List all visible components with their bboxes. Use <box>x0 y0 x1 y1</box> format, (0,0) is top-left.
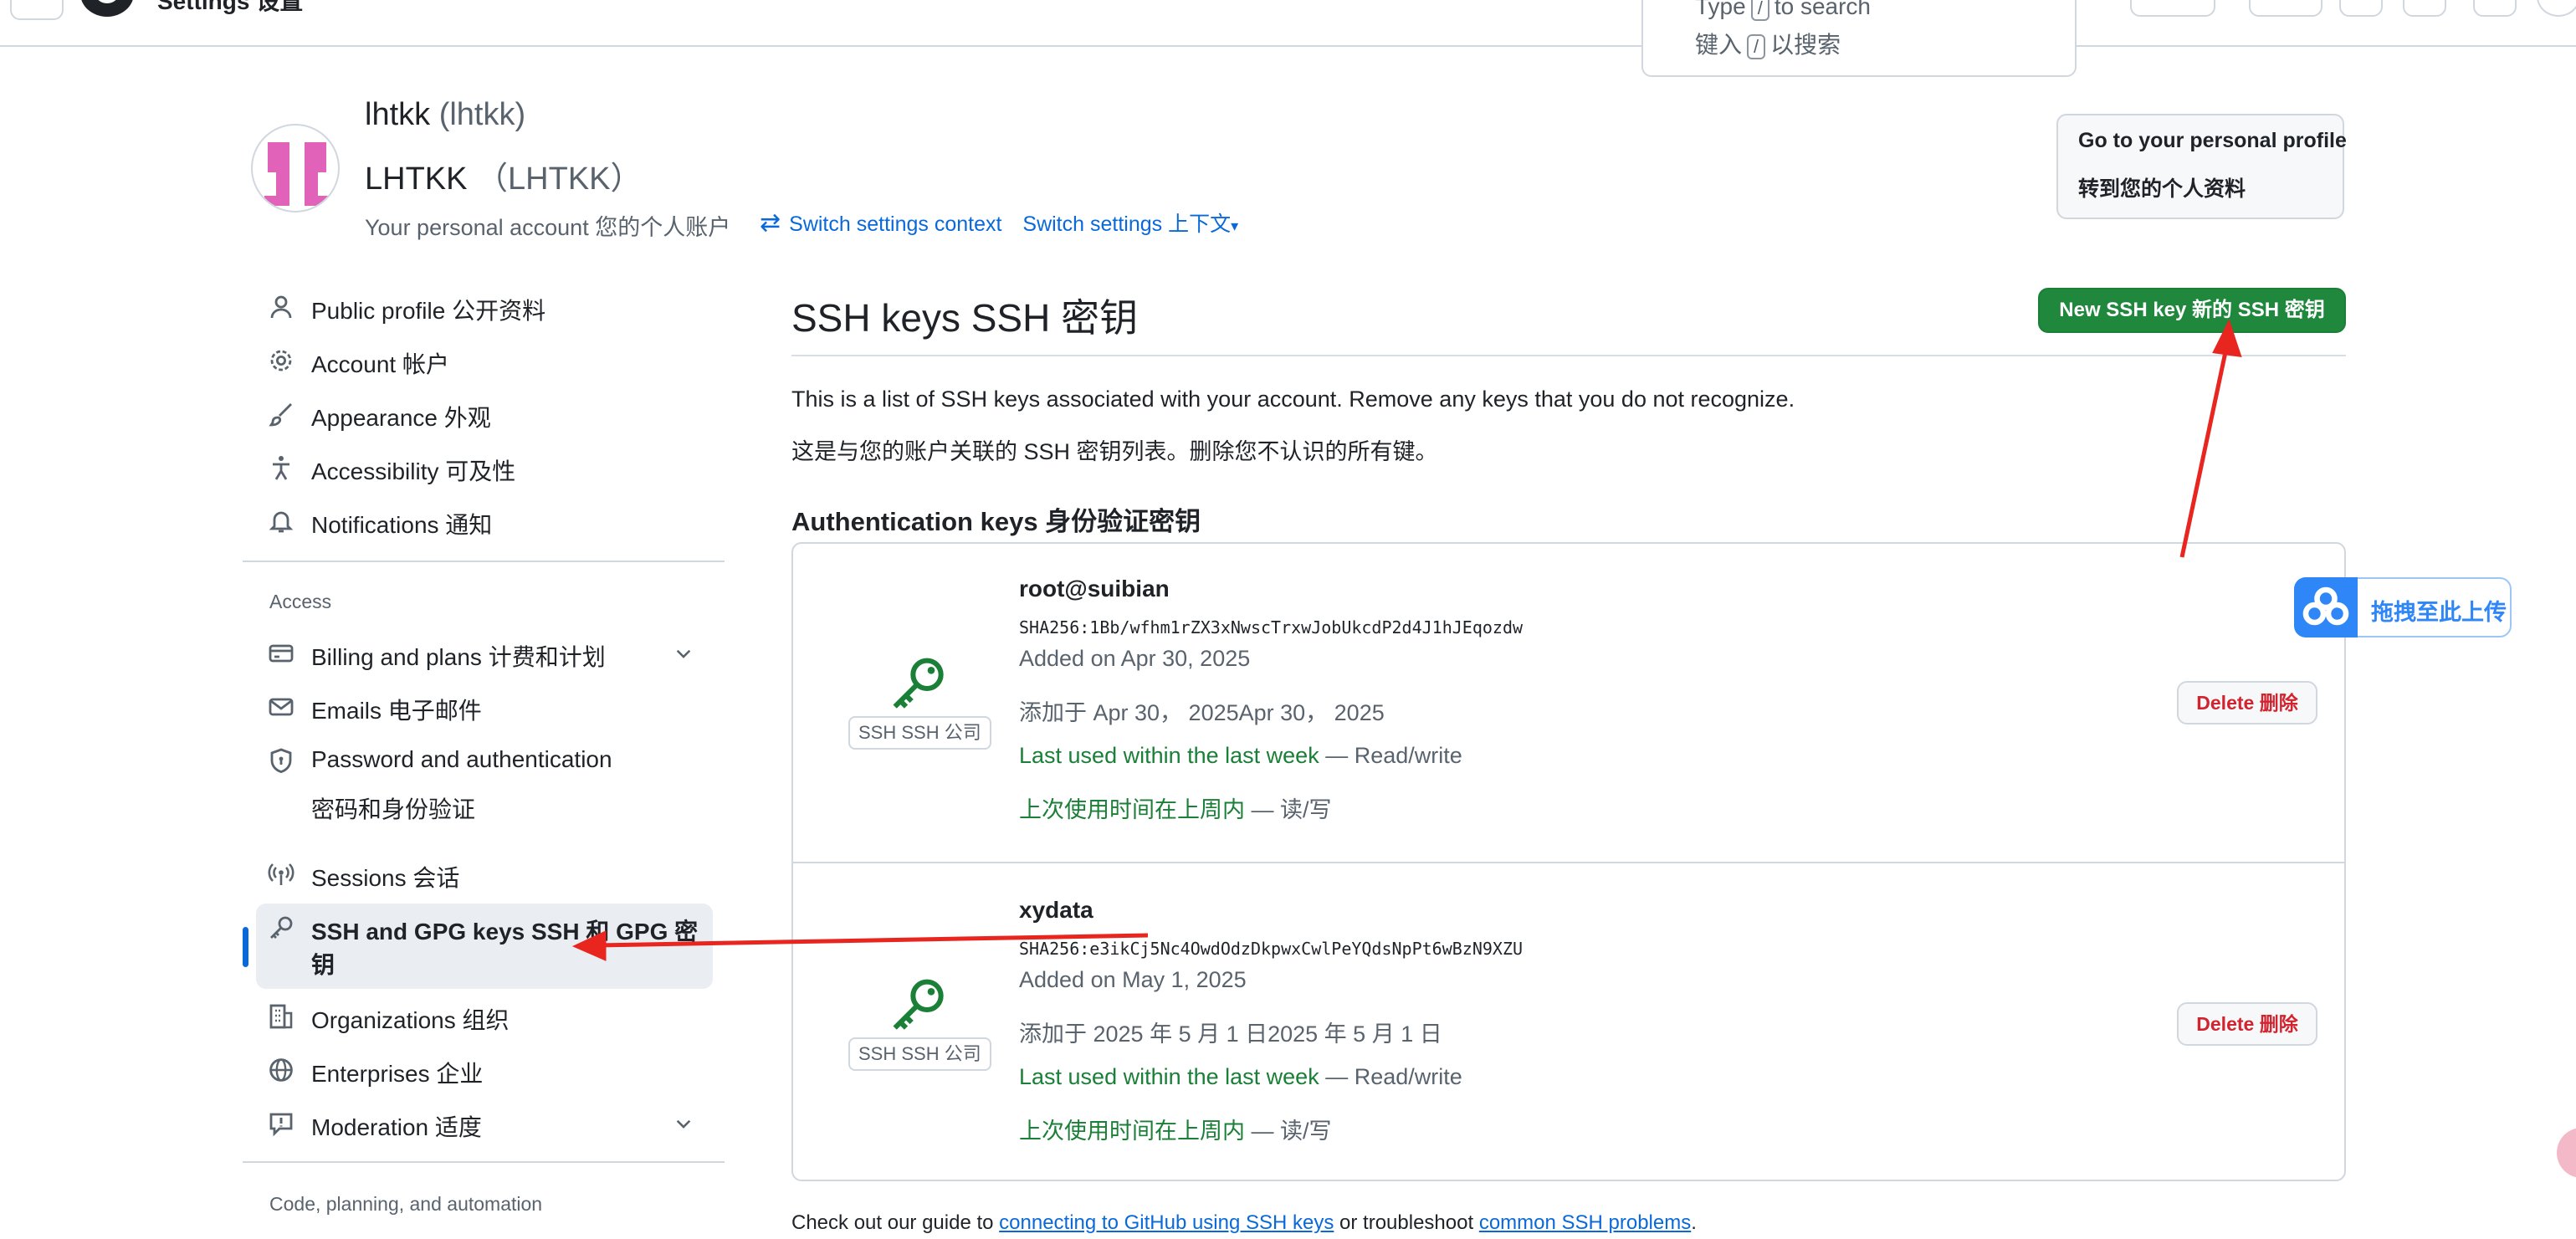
account-name-cn: LHTKK （LHTKK） <box>365 161 643 197</box>
list-item: SSH SSH 公司 root@suibian SHA256:1Bb/wfhm1… <box>793 544 2344 862</box>
page-description-cn: 这是与您的账户关联的 SSH 密钥列表。删除您不认识的所有键。 <box>791 439 1438 464</box>
avatar <box>251 124 340 212</box>
sidebar-divider <box>243 1161 725 1163</box>
key-icon <box>893 979 944 1030</box>
github-logo-icon[interactable] <box>80 0 134 17</box>
sidebar-item-password-authentication[interactable]: Password and authentication 密码和身份验证 <box>256 736 713 828</box>
globe-icon <box>269 1058 293 1082</box>
authentication-keys-heading: Authentication keys 身份验证密钥 <box>791 507 1201 536</box>
organization-icon <box>269 1004 293 1029</box>
key-fingerprint: SHA256:e3ikCj5Nc4OwdOdzDkpwxCwlPeYQdsNpP… <box>1019 939 1524 959</box>
sidebar-item-sessions[interactable]: Sessions 会话 <box>256 850 713 899</box>
user-avatar-button[interactable] <box>2537 0 2576 17</box>
key-title: root@suibian <box>1019 576 1170 602</box>
search-placeholder: Type / to search <box>1695 0 1871 21</box>
new-ssh-key-button[interactable]: New SSH key 新的 SSH 密钥 <box>2038 288 2346 333</box>
ssh-guide-link[interactable]: connecting to GitHub using SSH keys <box>999 1211 1334 1234</box>
ssh-badge: SSH SSH 公司 <box>848 716 991 750</box>
chevron-down-icon[interactable] <box>673 643 694 664</box>
broadcast-icon <box>268 863 294 885</box>
page-context-title: Settings 设置 <box>157 0 304 14</box>
key-last-used: Last used within the last week — Read/wr… <box>1019 1064 1462 1089</box>
ssh-badge: SSH SSH 公司 <box>848 1037 991 1071</box>
key-last-used: Last used within the last week — Read/wr… <box>1019 743 1462 768</box>
account-name: lhtkk (lhtkk) <box>365 97 526 132</box>
chevron-down-icon[interactable] <box>673 1113 694 1134</box>
key-fingerprint: SHA256:1Bb/wfhm1rZX3xNwscTrxwJobUkcdP2d4… <box>1019 617 1524 637</box>
sidebar-heading-access: Access <box>269 591 332 612</box>
mail-icon <box>269 698 294 716</box>
top-bar: Settings 设置 Type / to search 键入 / 以搜索 <box>0 0 2576 77</box>
hamburger-menu-button[interactable] <box>10 0 64 20</box>
key-title: xydata <box>1019 897 1093 923</box>
sidebar-item-moderation[interactable]: Moderation 适度 <box>256 1099 713 1148</box>
caret-down-icon: ▾ <box>1231 218 1239 234</box>
sidebar-item-enterprises[interactable]: Enterprises 企业 <box>256 1046 713 1094</box>
page-title: SSH keys SSH 密钥 <box>791 296 1139 340</box>
report-icon <box>269 1113 293 1137</box>
person-icon <box>270 295 292 319</box>
pull-requests-button[interactable] <box>2403 0 2446 17</box>
key-added-date: Added on May 1, 2025 <box>1019 967 1247 992</box>
sidebar-divider <box>243 561 725 562</box>
copilot-button[interactable] <box>2130 0 2215 17</box>
list-item: SSH SSH 公司 xydata SHA256:e3ikCj5Nc4OwdOd… <box>793 862 2344 1180</box>
delete-key-button[interactable]: Delete 删除 <box>2177 681 2317 724</box>
key-last-used-cn: 上次使用时间在上周内 — 读/写 <box>1019 1119 1332 1144</box>
go-to-profile-button[interactable]: Go to your personal profile 转到您的个人资料 <box>2056 114 2347 219</box>
arrow-switch-icon: ⇄ <box>760 209 781 237</box>
ssh-troubleshoot-link[interactable]: common SSH problems <box>1479 1211 1691 1234</box>
accessibility-icon <box>273 456 289 480</box>
shield-lock-icon <box>270 748 292 774</box>
title-divider <box>791 355 2346 356</box>
sidebar-item-billing[interactable]: Billing and plans 计费和计划 <box>256 629 713 678</box>
sidebar-active-indicator <box>243 927 248 967</box>
sidebar-item-organizations[interactable]: Organizations 组织 <box>256 992 713 1041</box>
sidebar-item-appearance[interactable]: Appearance 外观 <box>256 390 713 438</box>
inbox-button[interactable] <box>2473 0 2517 17</box>
key-icon <box>270 916 293 939</box>
credit-card-icon <box>269 644 294 663</box>
search-placeholder-cn: 键入 / 以搜索 <box>1695 32 1841 59</box>
account-type-label: Your personal account 您的个人账户 <box>365 215 731 240</box>
page-description: This is a list of SSH keys associated wi… <box>791 387 1795 412</box>
key-added-date-cn: 添加于 2025 年 5 月 1 日2025 年 5 月 1 日 <box>1019 1021 1442 1047</box>
key-icon <box>893 658 944 709</box>
sidebar-heading-code-planning: Code, planning, and automation <box>269 1193 543 1215</box>
key-last-used-cn: 上次使用时间在上周内 — 读/写 <box>1019 797 1332 822</box>
create-new-button[interactable] <box>2249 0 2322 17</box>
issues-button[interactable] <box>2339 0 2383 17</box>
bell-icon <box>269 511 294 533</box>
gear-icon <box>270 350 292 371</box>
ssh-keys-list: SSH SSH 公司 root@suibian SHA256:1Bb/wfhm1… <box>791 542 2346 1181</box>
delete-key-button[interactable]: Delete 删除 <box>2177 1002 2317 1046</box>
search-input[interactable]: Type / to search 键入 / 以搜索 <box>1641 0 2077 77</box>
paintbrush-icon <box>269 403 292 427</box>
sidebar-item-emails[interactable]: Emails 电子邮件 <box>256 683 713 731</box>
key-added-date: Added on Apr 30, 2025 <box>1019 646 1251 671</box>
sidebar-item-notifications[interactable]: Notifications 通知 <box>256 497 713 545</box>
sidebar-item-account[interactable]: Account 帐户 <box>256 336 713 385</box>
annotation-arrow-new-key <box>2179 335 2231 558</box>
sidebar-item-ssh-gpg-keys[interactable]: SSH and GPG keys SSH 和 GPG 密 钥 <box>256 904 713 989</box>
switch-context-link[interactable]: ⇄ Switch settings context Switch settings… <box>760 207 1238 238</box>
drag-upload-widget[interactable]: 拖拽至此上传 <box>2294 577 2512 637</box>
floating-assistant-icon[interactable] <box>2557 1128 2576 1178</box>
ssh-help-note: Check out our guide to connecting to Git… <box>791 1211 1697 1234</box>
sidebar-item-public-profile[interactable]: Public profile 公开资料 <box>256 283 713 331</box>
sidebar-item-accessibility[interactable]: Accessibility 可及性 <box>256 443 713 492</box>
key-added-date-cn: 添加于 Apr 30， 2025Apr 30， 2025 <box>1019 700 1385 725</box>
cloud-upload-icon <box>2294 577 2358 637</box>
